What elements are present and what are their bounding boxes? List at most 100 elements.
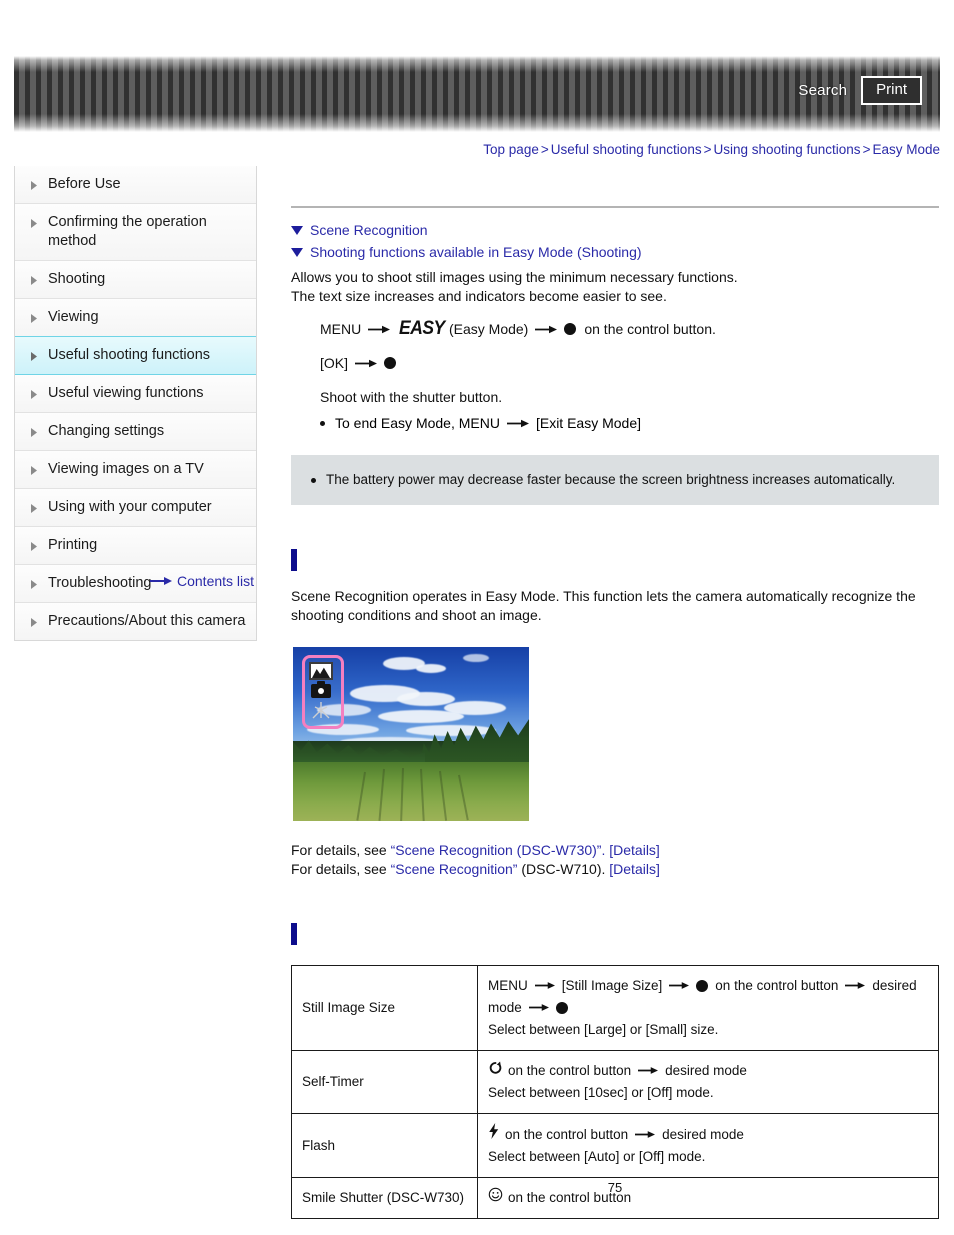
detail-line-1: on the control button desired mode (488, 1060, 928, 1082)
sidebar-item-label: Printing (48, 537, 98, 553)
sidebar-item-label: Useful shooting functions (48, 347, 211, 363)
right-arrow-icon (534, 975, 555, 997)
page-title (291, 166, 939, 206)
right-arrow-icon (150, 573, 172, 589)
sidebar-item-printing[interactable]: Printing (15, 527, 256, 565)
sidebar-item-confirming-the-operation-method[interactable]: Confirming the operation method (15, 204, 256, 261)
sidebar-item-label: Before Use (48, 176, 121, 192)
landscape-icon (309, 662, 333, 680)
see-details-prefix: For details, see (291, 861, 387, 877)
step-ok-label: [OK] (320, 355, 349, 371)
sidebar-item-changing-settings[interactable]: Changing settings (15, 413, 256, 451)
right-arrow-icon (638, 1060, 659, 1082)
breadcrumb: Top page > Useful shooting functions > Using… (483, 142, 940, 157)
easy-mode-logo: EASY (399, 318, 445, 339)
sidebar-item-label: Viewing (48, 309, 99, 325)
detail-text: desired mode (665, 1063, 747, 1078)
steps-block: MENU EASY (Easy Mode) on the control but… (320, 318, 939, 433)
right-arrow-icon (528, 997, 549, 1019)
detail-text: MENU (488, 978, 528, 993)
sidebar-item-viewing-images-on-a-tv[interactable]: Viewing images on a TV (15, 451, 256, 489)
furrow-line (378, 768, 385, 821)
detail-text: Select between [Auto] or [Off] mode. (488, 1149, 706, 1164)
step-menu-label: MENU (320, 321, 362, 337)
header-banner: Search Print (14, 56, 940, 132)
triangle-down-icon (291, 247, 303, 257)
right-arrow-icon (368, 318, 391, 340)
detail-text: desired mode (662, 1126, 744, 1142)
caret-right-icon (31, 466, 41, 475)
breadcrumb-item-easy-mode[interactable]: Easy Mode (872, 142, 940, 157)
sidebar-item-useful-shooting-functions[interactable]: Useful shooting functions (15, 336, 256, 375)
contents-list-link[interactable]: Contents list (150, 573, 254, 589)
detail-line-1: on the control button desired mode (488, 1123, 928, 1146)
sidebar-item-label: Precautions/About this camera (48, 613, 246, 629)
jump-link-shooting-functions-easy-mode[interactable]: Shooting functions available in Easy Mod… (291, 244, 939, 260)
table-row: Flash on the control button desired mode (291, 1113, 939, 1178)
sidebar-item-viewing[interactable]: Viewing (15, 299, 256, 337)
sidebar-item-precautions-about-this-camera[interactable]: Precautions/About this camera (15, 603, 256, 640)
see-details-block: For details, see “Scene Recognition (DSC… (291, 841, 939, 879)
cloud-shape (462, 653, 489, 662)
sidebar-item-label: Confirming the operation method (48, 214, 207, 249)
details-link-w730[interactable]: [Details] (609, 842, 660, 858)
breadcrumb-item-top-page[interactable]: Top page (483, 142, 539, 157)
sidebar-item-label: Troubleshooting (48, 575, 152, 591)
see-details-model: (DSC-W710). (521, 861, 606, 877)
detail-line-3: Select between [Large] or [Small] size. (488, 1019, 928, 1041)
search-link[interactable]: Search (798, 82, 847, 99)
section1-paragraph: Scene Recognition operates in Easy Mode.… (291, 588, 916, 623)
caret-right-icon (31, 219, 41, 228)
caret-right-icon (31, 352, 41, 361)
table-row: Self-Timer on the control button desired… (291, 1050, 939, 1114)
breadcrumb-separator: > (540, 142, 549, 157)
furrow-line (420, 768, 425, 821)
breadcrumb-item-using-shooting-functions[interactable]: Using shooting functions (713, 142, 860, 157)
breadcrumb-separator: > (703, 142, 712, 157)
bullet-icon (311, 478, 316, 483)
see-details-prefix: For details, see (291, 842, 387, 858)
detail-text: desired (872, 978, 917, 993)
exit-easy-mode-prefix: To end Easy Mode, MENU (335, 415, 500, 431)
control-button-icon (696, 980, 709, 992)
right-arrow-icon (669, 975, 690, 997)
table-row: Still Image Size MENU [Still Image Size]… (291, 965, 939, 1051)
scene-recognition-link[interactable]: “Scene Recognition” (391, 861, 518, 877)
detail-text: on the control button (715, 978, 839, 993)
breadcrumb-item-useful-shooting-functions[interactable]: Useful shooting functions (551, 142, 702, 157)
section-accent-bar (291, 549, 297, 571)
step-line-menu-easy-mode: MENU EASY (Easy Mode) on the control but… (320, 318, 939, 340)
caret-right-icon (31, 276, 41, 285)
jump-link-scene-recognition[interactable]: Scene Recognition (291, 222, 939, 238)
right-arrow-icon (635, 1124, 656, 1146)
header-actions: Search Print (798, 76, 922, 105)
self-timer-icon (488, 1060, 503, 1082)
section-heading-scene-recognition (291, 549, 939, 571)
caret-right-icon (31, 542, 41, 551)
details-link-w710[interactable]: [Details] (609, 861, 660, 877)
flash-icon (488, 1123, 500, 1146)
sidebar-item-before-use[interactable]: Before Use (15, 166, 256, 204)
scene-recognition-w730-link[interactable]: “Scene Recognition (DSC-W730)”. (391, 842, 606, 858)
caret-right-icon (31, 618, 41, 627)
sidebar-item-useful-viewing-functions[interactable]: Useful viewing functions (15, 375, 256, 413)
sidebar-item-label: Shooting (48, 271, 106, 287)
page-number: 75 (607, 1180, 623, 1195)
cloud-shape (444, 700, 507, 715)
title-divider (291, 206, 939, 208)
intro-line-2: The text size increases and indicators b… (291, 288, 667, 304)
sidebar-item-label: Using with your computer (48, 499, 212, 515)
sidebar-item-shooting[interactable]: Shooting (15, 261, 256, 299)
detail-text: Select between [10sec] or [Off] mode. (488, 1085, 714, 1100)
sidebar-item-label: Useful viewing functions (48, 385, 204, 401)
shoot-instruction-label: Shoot with the shutter button. (320, 389, 503, 405)
print-button[interactable]: Print (861, 76, 922, 105)
see-details-line-2: For details, see “Scene Recognition” (DS… (291, 860, 939, 879)
table-cell-function-detail: on the control button desired mode Selec… (477, 1050, 939, 1114)
table-cell-function-name: Still Image Size (291, 965, 478, 1051)
sidebar-item-using-with-your-computer[interactable]: Using with your computer (15, 489, 256, 527)
jump-link-label: Shooting functions available in Easy Mod… (310, 244, 642, 260)
treeline-layer (293, 740, 529, 764)
footer-divider (291, 1177, 939, 1178)
step-line-shoot: Shoot with the shutter button. (320, 386, 939, 408)
